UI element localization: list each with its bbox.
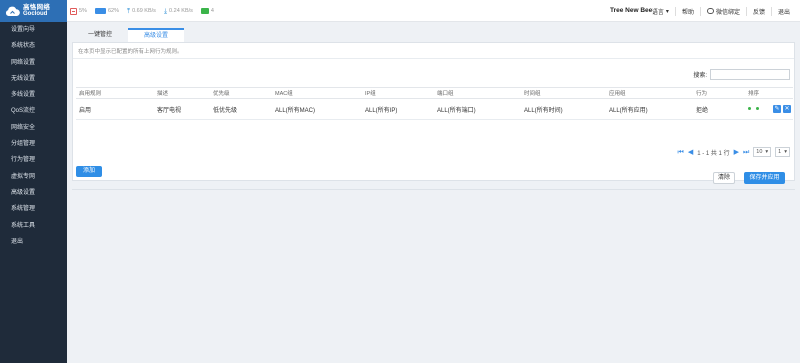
col-header-mac-group[interactable]: MAC组 xyxy=(272,87,362,99)
logout-label: 退出 xyxy=(777,9,790,16)
col-header-ops xyxy=(770,87,793,99)
col-header-description[interactable]: 描述 xyxy=(154,87,210,99)
cloud-logo-icon xyxy=(5,6,20,17)
cpu-icon xyxy=(70,7,77,15)
download-rate: 0.24 KB/s xyxy=(169,8,193,14)
memory-usage: 62% xyxy=(107,8,119,14)
cell-ops: ✎ ✕ xyxy=(770,98,793,120)
feedback-link[interactable]: 反馈 xyxy=(745,6,771,16)
page-size-value: 10 xyxy=(756,149,763,155)
wechat-icon xyxy=(706,8,714,14)
move-down-icon[interactable] xyxy=(756,106,759,110)
cell-sort xyxy=(745,98,770,120)
table-row: 启用 客厅电视 低优先级 ALL(所有MAC) ALL(所有IP) ALL(所有… xyxy=(76,98,793,120)
help-link[interactable]: 帮助 xyxy=(674,6,700,16)
divider xyxy=(72,189,795,190)
tab-bar: 一键管控 高级设置 xyxy=(72,28,184,42)
sidebar-item-system-management[interactable]: 系统管理 xyxy=(0,201,67,217)
sidebar-item-system-status[interactable]: 系统状态 xyxy=(0,38,67,54)
sidebar-item-multiline-settings[interactable]: 多线设置 xyxy=(0,87,67,103)
sidebar-item-wireless-settings[interactable]: 无线设置 xyxy=(0,71,67,87)
language-menu[interactable]: 语言 ▾ xyxy=(646,7,675,16)
move-up-icon[interactable] xyxy=(748,106,751,110)
divider xyxy=(73,58,794,59)
page-number-value: 1 xyxy=(778,149,782,155)
monitor-icon xyxy=(200,8,209,14)
col-header-time-group[interactable]: 时间组 xyxy=(521,87,606,99)
col-header-port-group[interactable]: 端口组 xyxy=(434,87,521,99)
sidebar-item-vpn[interactable]: 虚拟专网 xyxy=(0,169,67,185)
logout-link[interactable]: 退出 xyxy=(770,6,796,16)
add-button[interactable]: 添加 xyxy=(76,166,102,177)
wechat-label: 微信绑定 xyxy=(715,9,740,16)
sidebar-item-advanced-settings[interactable]: 高级设置 xyxy=(0,185,67,201)
panel-description: 在本页中显示已配置的所有上网行为规则。 xyxy=(78,49,183,55)
col-header-priority[interactable]: 优先级 xyxy=(210,87,272,99)
main-content: 一键管控 高级设置 在本页中显示已配置的所有上网行为规则。 搜索: 启用规则 描… xyxy=(67,22,800,363)
clear-button[interactable]: 清除 xyxy=(713,172,735,184)
search-box: 搜索: xyxy=(693,69,790,80)
pagination: ⏮ ◀ 1 - 1 共 1 行 ▶ ⏭ 10 ▾ 1 ▾ xyxy=(678,147,790,157)
col-header-sort[interactable]: 排序 xyxy=(745,87,770,99)
edit-icon[interactable]: ✎ xyxy=(773,105,781,113)
brand-name-en: Gocloud xyxy=(23,11,48,18)
sidebar-item-system-tools[interactable]: 系统工具 xyxy=(0,218,67,234)
download-arrow-icon: ⤓ xyxy=(163,7,168,15)
sidebar-item-exit[interactable]: 退出 xyxy=(0,234,67,250)
help-label: 帮助 xyxy=(681,9,694,16)
search-input[interactable] xyxy=(710,69,790,80)
sidebar: 设置向导 系统状态 网络设置 无线设置 多线设置 QoS流控 网络安全 分组管理… xyxy=(0,22,67,363)
cell-port-group: ALL(所有端口) xyxy=(434,98,521,120)
cell-description: 客厅电视 xyxy=(154,98,210,120)
first-page-icon[interactable]: ⏮ xyxy=(678,149,684,156)
col-header-ip-group[interactable]: IP组 xyxy=(362,87,434,99)
cell-enable: 启用 xyxy=(76,98,154,120)
cell-priority: 低优先级 xyxy=(210,98,272,120)
cell-ip-group: ALL(所有IP) xyxy=(362,98,434,120)
status-stats: 5% 62% ⤒ 0.69 KB/s ⤓ 0.24 KB/s 4 xyxy=(70,0,214,22)
sidebar-item-qos[interactable]: QoS流控 xyxy=(0,103,67,119)
table-header-row: 启用规则 描述 优先级 MAC组 IP组 端口组 时间组 应用组 行为 排序 xyxy=(76,87,793,99)
page-number-select[interactable]: 1 ▾ xyxy=(775,147,790,157)
prev-page-icon[interactable]: ◀ xyxy=(688,149,693,156)
search-label: 搜索: xyxy=(693,73,707,79)
memory-icon xyxy=(94,8,106,14)
col-header-action[interactable]: 行为 xyxy=(693,87,745,99)
sidebar-item-setup-wizard[interactable]: 设置向导 xyxy=(0,22,67,38)
delete-icon[interactable]: ✕ xyxy=(783,105,791,113)
cell-mac-group: ALL(所有MAC) xyxy=(272,98,362,120)
feedback-label: 反馈 xyxy=(752,9,765,16)
sidebar-item-network-security[interactable]: 网络安全 xyxy=(0,120,67,136)
save-apply-button[interactable]: 保存并应用 xyxy=(744,172,785,184)
upload-arrow-icon: ⤒ xyxy=(126,7,131,15)
cell-app-group: ALL(所有应用) xyxy=(606,98,693,120)
logo[interactable]: 高恪网络 Gocloud xyxy=(0,0,67,22)
chevron-down-icon: ▾ xyxy=(765,149,769,155)
page-size-select[interactable]: 10 ▾ xyxy=(753,147,772,157)
sidebar-item-network-settings[interactable]: 网络设置 xyxy=(0,55,67,71)
wechat-bind-link[interactable]: 微信绑定 xyxy=(699,6,746,16)
rules-panel: 在本页中显示已配置的所有上网行为规则。 搜索: 启用规则 描述 优先级 MAC组… xyxy=(72,42,795,181)
last-page-icon[interactable]: ⏭ xyxy=(743,149,749,156)
page-info: 1 - 1 共 1 行 xyxy=(697,150,730,157)
chevron-down-icon: ▾ xyxy=(784,149,787,155)
sidebar-item-group-management[interactable]: 分组管理 xyxy=(0,136,67,152)
chevron-down-icon: ▾ xyxy=(665,8,669,15)
top-bar: 高恪网络 Gocloud 5% 62% ⤒ 0.69 KB/s ⤓ 0.24 KB/… xyxy=(0,0,800,22)
col-header-enable[interactable]: 启用规则 xyxy=(76,87,154,99)
next-page-icon[interactable]: ▶ xyxy=(734,149,739,156)
client-count: 4 xyxy=(210,8,214,14)
cell-time-group: ALL(所有时间) xyxy=(521,98,606,120)
tab-advanced-settings[interactable]: 高级设置 xyxy=(128,28,184,42)
language-label: 语言 xyxy=(651,9,664,16)
upload-rate: 0.69 KB/s xyxy=(132,8,156,14)
top-menu: 语言 ▾ 帮助 微信绑定 反馈 退出 xyxy=(646,0,796,22)
cell-action: 拒绝 xyxy=(693,98,745,120)
col-header-app-group[interactable]: 应用组 xyxy=(606,87,693,99)
sidebar-item-behavior-management[interactable]: 行为管理 xyxy=(0,152,67,168)
tab-one-click-control[interactable]: 一键管控 xyxy=(72,28,128,42)
cpu-usage: 5% xyxy=(79,8,87,14)
rules-table: 启用规则 描述 优先级 MAC组 IP组 端口组 时间组 应用组 行为 排序 启… xyxy=(76,87,793,120)
